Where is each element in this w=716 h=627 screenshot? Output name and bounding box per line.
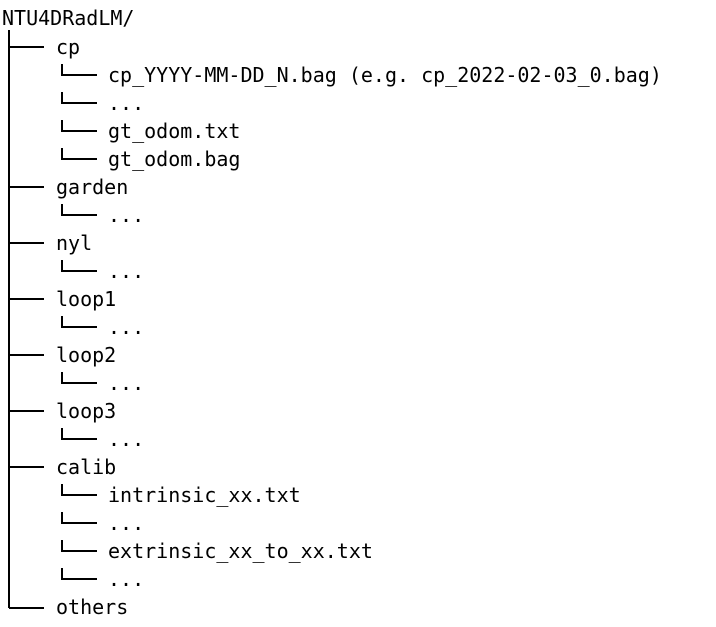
cp-child-4-connector [61,148,97,160]
file-gt-odom-bag: gt_odom.bag [108,147,241,171]
cp-child-3-connector [61,120,97,132]
file-gt-odom-txt: gt_odom.txt [108,119,241,143]
file-garden-ellipsis: ... [108,203,145,227]
folder-nyl: nyl [56,231,93,255]
folder-others: others [56,595,129,619]
folder-loop3: loop3 [56,399,117,423]
cp-child-1-connector [61,64,97,76]
nyl-child-connector [61,260,97,272]
file-extrinsic: extrinsic_xx_to_xx.txt [108,539,373,563]
file-nyl-ellipsis: ... [108,259,145,283]
directory-tree: NTU4DRadLM/ cp cp_YYYY-MM-DD_N.bag (e.g.… [0,0,716,627]
file-calib-ellipsis-2: ... [108,567,145,591]
calib-child-1-connector [61,484,97,496]
calib-child-2-connector [61,512,97,524]
folder-loop2: loop2 [56,343,117,367]
loop1-child-connector [61,316,97,328]
loop2-child-connector [61,372,97,384]
file-calib-ellipsis-1: ... [108,511,145,535]
folder-calib: calib [56,455,117,479]
garden-child-connector [61,204,97,216]
folder-garden: garden [56,175,129,199]
root-folder-label: NTU4DRadLM/ [2,6,135,30]
file-cp-bag: cp_YYYY-MM-DD_N.bag (e.g. cp_2022-02-03_… [108,63,662,87]
loop3-child-connector [61,428,97,440]
calib-child-3-connector [61,540,97,552]
folder-cp: cp [56,35,81,59]
file-loop1-ellipsis: ... [108,315,145,339]
file-loop3-ellipsis: ... [108,427,145,451]
folder-loop1: loop1 [56,287,117,311]
file-loop2-ellipsis: ... [108,371,145,395]
calib-child-4-connector [61,568,97,580]
cp-child-2-connector [61,92,97,104]
file-intrinsic: intrinsic_xx.txt [108,483,301,507]
file-cp-ellipsis: ... [108,91,145,115]
